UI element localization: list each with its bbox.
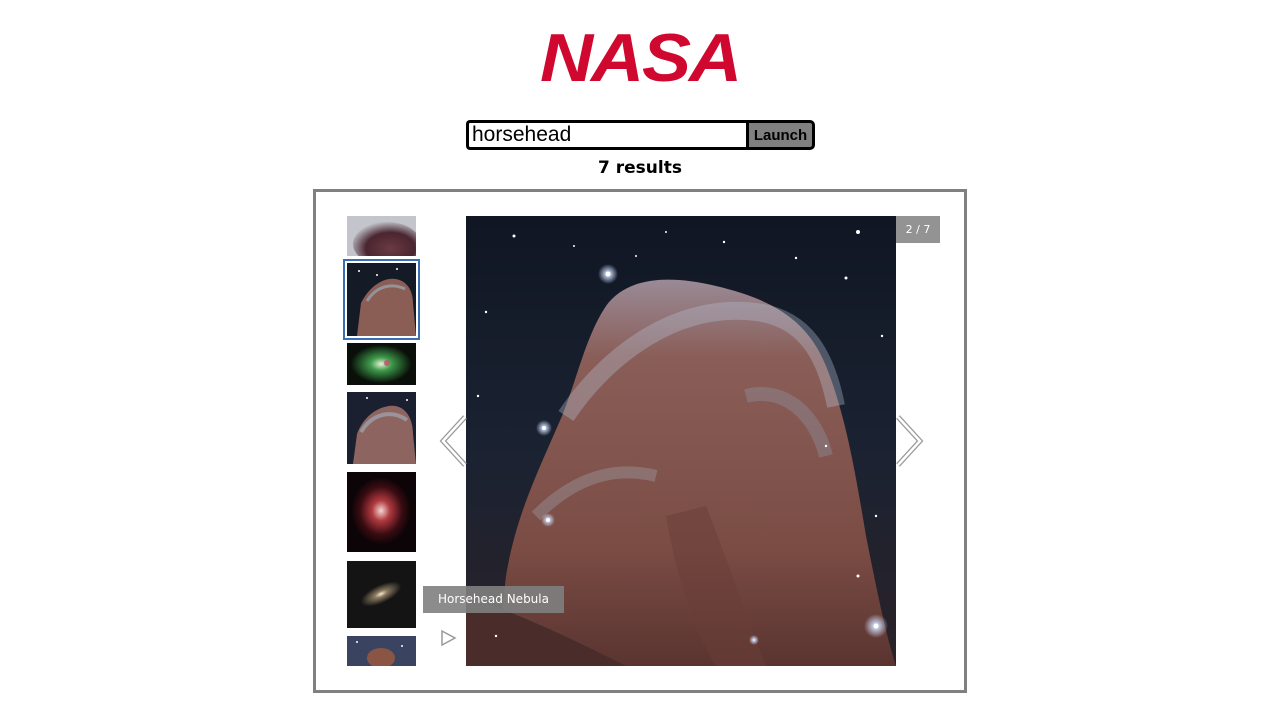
search-input[interactable] [466,120,746,150]
slide-counter: 2 / 7 [896,216,940,243]
thumbnail-3[interactable] [347,343,416,385]
image-gallery: 2 / 7 Horsehead Nebula [313,189,967,693]
chevron-left-icon[interactable] [439,414,469,468]
image-caption: Horsehead Nebula [423,586,564,613]
svg-text:NASA: NASA [540,24,740,88]
chevron-right-icon[interactable] [894,414,924,468]
thumbnail-4[interactable] [347,392,416,464]
results-count: 7 results [598,158,682,178]
thumbnail-5[interactable] [347,472,416,552]
thumbnail-1[interactable] [347,216,416,256]
nasa-logo: NASA [536,24,744,88]
search-form: Launch [466,120,815,150]
thumbnail-7[interactable] [347,636,416,666]
thumbnail-2[interactable] [347,263,416,336]
launch-button[interactable]: Launch [746,120,815,150]
thumbnail-6[interactable] [347,561,416,628]
play-icon[interactable] [439,629,457,647]
